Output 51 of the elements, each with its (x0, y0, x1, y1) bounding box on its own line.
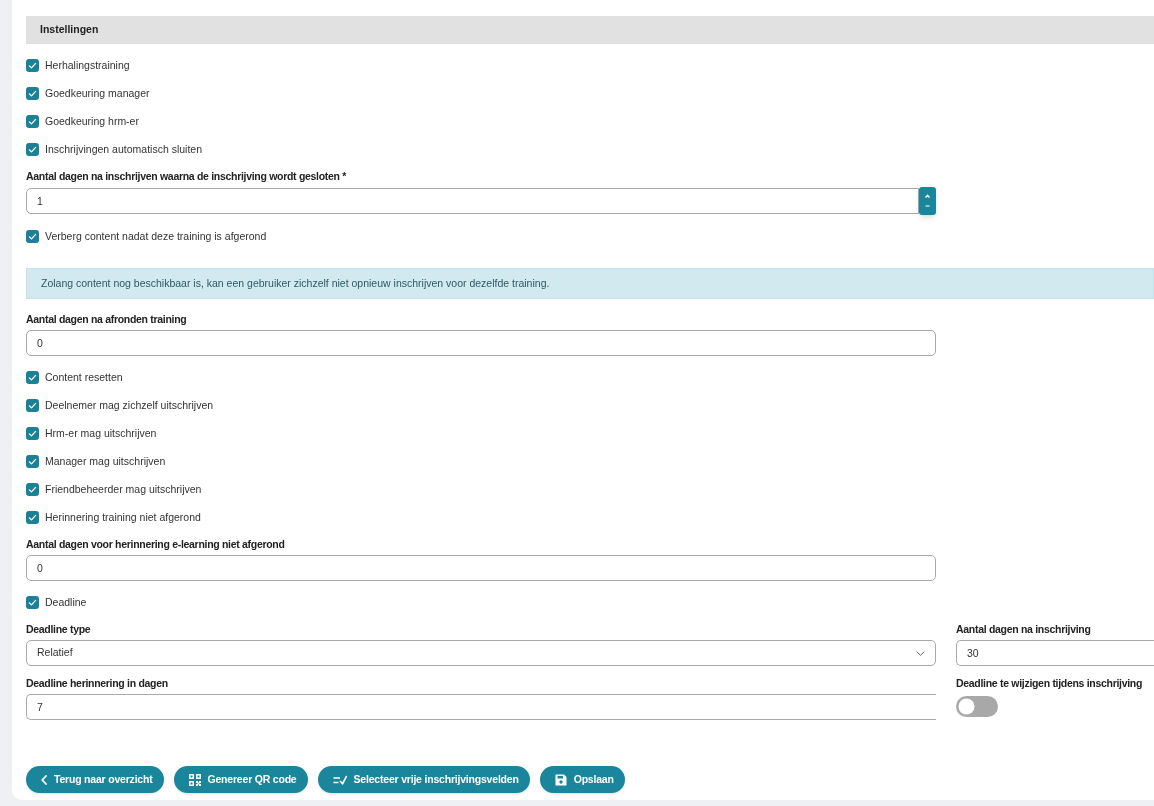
save-icon (554, 773, 567, 786)
checkbox-label: Deelnemer mag zichzelf uitschrijven (45, 398, 214, 413)
checkbox-label: Goedkeuring manager (45, 86, 150, 101)
action-button[interactable]: Opslaan (539, 766, 625, 793)
checkbox-label: Deadline (45, 595, 87, 610)
checkbox[interactable] (26, 398, 39, 412)
chevron-left-icon (41, 774, 47, 785)
checkbox-label: Manager mag uitschrijven (45, 454, 166, 469)
stepper-icon (924, 193, 931, 209)
info-alert: Zolang content nog beschikbaar is, kan een gebruiker zichzelf niet opnieuw inschrijven voor dezelfde training. (26, 268, 1154, 299)
action-button[interactable]: Selecteer vrije inschrijvingsvelden (317, 766, 530, 793)
checkbox[interactable] (26, 454, 39, 468)
checkbox[interactable] (26, 58, 39, 72)
checkbox-label: Goedkeuring hrm-er (45, 114, 139, 129)
text-input[interactable]: 7 (26, 694, 936, 720)
field-label: Aantal dagen na afronden training (26, 312, 187, 326)
text-input[interactable]: 0 (26, 555, 936, 581)
field-label: Aantal dagen na inschrijving (956, 622, 1091, 636)
field-label: Deadline herinnering in dagen (26, 676, 168, 690)
text-input[interactable]: 1 (26, 188, 919, 214)
stepper-button[interactable] (919, 187, 936, 215)
toggle-switch[interactable] (956, 696, 998, 717)
checkbox[interactable] (26, 142, 39, 156)
text-input[interactable]: 0 (26, 330, 936, 356)
field-label: Deadline te wijzigen tijdens inschrijving (956, 676, 1143, 690)
field-label: Deadline type (26, 622, 91, 636)
checkbox-label: Friendbeheerder mag uitschrijven (45, 482, 202, 497)
checkbox-label: Herhalingstraining (45, 58, 130, 73)
qr-code-icon (188, 773, 201, 786)
checkbox[interactable] (26, 114, 39, 128)
checkbox-label: Herinnering training niet afgerond (45, 510, 201, 525)
checkbox[interactable] (26, 229, 39, 243)
list-check-icon (332, 774, 347, 785)
field-label: Aantal dagen na inschrijven waarna de inschrijving wordt gesloten * (26, 169, 347, 183)
checkbox-label: Hrm-er mag uitschrijven (45, 426, 157, 441)
select-field[interactable]: Relatief (26, 640, 936, 666)
checkbox[interactable] (26, 595, 39, 609)
action-button[interactable]: Genereer QR code (173, 766, 308, 793)
checkbox[interactable] (26, 510, 39, 524)
checkbox-label: Inschrijvingen automatisch sluiten (45, 142, 202, 157)
section-header: Instellingen (26, 16, 1154, 44)
field-label: Aantal dagen voor herinnering e-learning niet afgerond (26, 537, 285, 551)
text-input[interactable]: 30 (956, 640, 1154, 666)
checkbox[interactable] (26, 86, 39, 100)
action-button[interactable]: Terug naar overzicht (26, 766, 164, 793)
checkbox[interactable] (26, 482, 39, 496)
checkbox[interactable] (26, 370, 39, 384)
checkbox[interactable] (26, 426, 39, 440)
chevron-down-icon (916, 650, 925, 656)
checkbox-label: Verberg content nadat deze training is afgerond (45, 229, 267, 244)
checkbox-label: Content resetten (45, 370, 123, 385)
